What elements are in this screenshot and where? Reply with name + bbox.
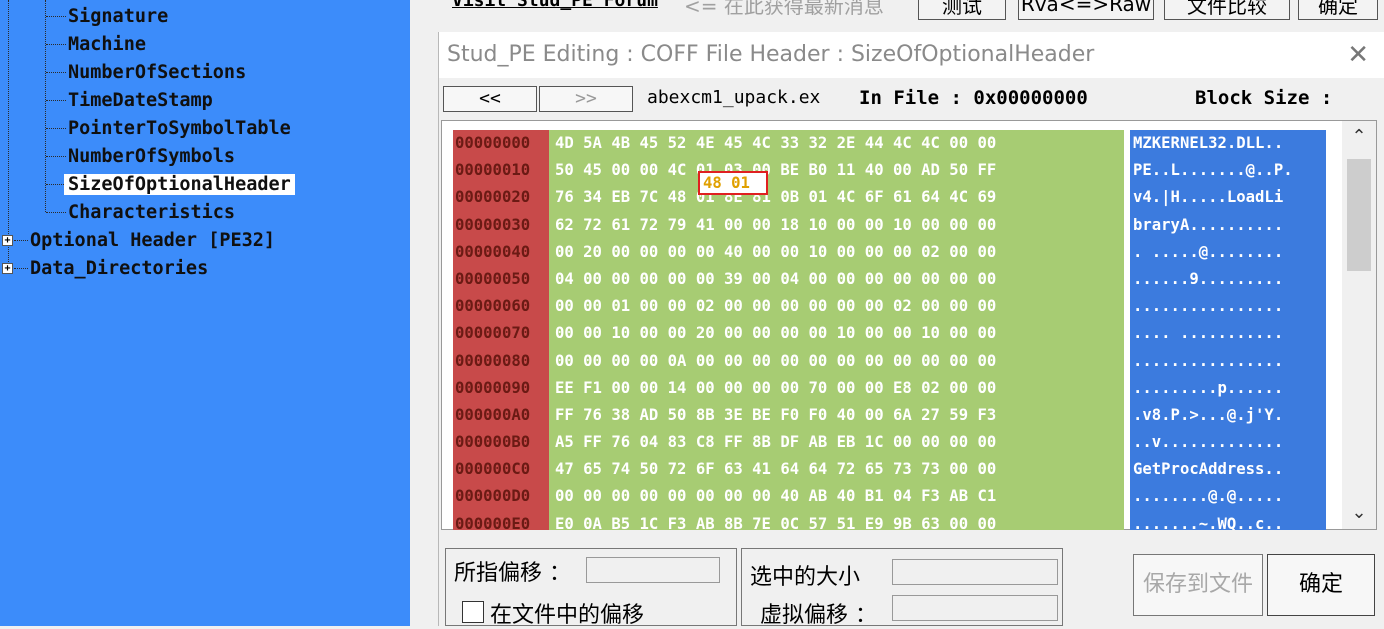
close-icon[interactable]: ✕ xyxy=(1347,42,1369,68)
hex-bytes-row[interactable]: 50 45 00 00 4C 01 03 00 BE B0 11 40 00 A… xyxy=(549,157,1124,184)
tree-group-data-directories[interactable]: Data_Directories xyxy=(30,254,208,282)
hex-bytes-row[interactable]: 00 00 01 00 00 02 00 00 00 00 00 00 02 0… xyxy=(549,293,1124,320)
tree-item-characteristics[interactable]: Characteristics xyxy=(68,198,235,226)
expand-icon[interactable]: + xyxy=(2,263,13,274)
hex-ascii-row[interactable]: ..v............. xyxy=(1130,429,1326,456)
hex-offset: 00000080 xyxy=(455,351,531,370)
selected-size-label: 选中的大小 xyxy=(750,565,861,590)
hex-offset: 00000060 xyxy=(455,297,531,316)
hex-bytes-row[interactable]: 62 72 61 72 79 41 00 00 18 10 00 00 10 0… xyxy=(549,212,1124,239)
hex-view[interactable]: 00000000 00000010 00000020 00000030 00000040… xyxy=(441,120,1377,530)
hex-offset: 000000C0 xyxy=(455,460,531,479)
tree-group-optional-header[interactable]: Optional Header [PE32] xyxy=(30,226,275,254)
in-file-offset-checkbox[interactable] xyxy=(462,601,484,623)
pointed-offset-label: 所指偏移 ： xyxy=(454,561,571,586)
hex-ascii-row[interactable]: v4.|H.....LoadLi xyxy=(1130,184,1326,211)
hex-bytes-row[interactable]: 76 34 EB 7C 48 01 8E 81 0B 01 4C 6F 61 6… xyxy=(549,184,1124,211)
ascii-column[interactable]: MZKERNEL32.DLL.. PE..L.......@..P. v4.|H..… xyxy=(1130,130,1326,530)
hex-ascii-row[interactable]: ......9......... xyxy=(1130,266,1326,293)
chevron-up-icon[interactable]: ⌃ xyxy=(1342,121,1376,153)
hex-ascii-row[interactable]: MZKERNEL32.DLL.. xyxy=(1130,130,1326,157)
hex-ascii-row[interactable]: GetProcAddress.. xyxy=(1130,456,1326,483)
hex-ascii-row[interactable]: PE..L.......@..P. xyxy=(1130,157,1326,184)
hex-bytes-row[interactable]: 00 20 00 00 00 00 40 00 00 10 00 00 00 0… xyxy=(549,239,1124,266)
hex-offset: 00000070 xyxy=(455,324,531,343)
tree-item-sizeofoptionalheader[interactable]: SizeOfOptionalHeader xyxy=(64,170,295,198)
filename-text: abexcm1_upack.ex xyxy=(647,87,821,108)
hex-ascii-row[interactable]: .......~.WQ..c.. xyxy=(1130,511,1326,530)
hex-ascii-row[interactable]: .........p...... xyxy=(1130,375,1326,402)
hex-bytes-row[interactable]: E0 0A B5 1C F3 AB 8B 7E 0C 57 51 E9 9B 6… xyxy=(549,511,1124,530)
hex-ascii-row[interactable]: . .....@........ xyxy=(1130,239,1326,266)
hex-bytes-row[interactable]: EE F1 00 00 14 00 00 00 00 70 00 00 E8 0… xyxy=(549,375,1124,402)
pointed-offset-group: 所指偏移 ： 在文件中的偏移 xyxy=(445,548,737,628)
compare-button[interactable]: 文件比较 xyxy=(1164,0,1290,20)
hex-offset: 000000B0 xyxy=(455,433,531,452)
scroll-thumb[interactable] xyxy=(1347,159,1371,271)
hex-offset: 00000030 xyxy=(455,215,531,234)
tree-item-machine[interactable]: Machine xyxy=(68,30,146,58)
hex-ascii-row[interactable]: ................ xyxy=(1130,293,1326,320)
rva-raw-button[interactable]: Rva<=>Raw xyxy=(1018,0,1154,20)
top-ok-button[interactable]: 确定 xyxy=(1298,0,1378,20)
hex-offset: 000000A0 xyxy=(455,405,531,424)
right-panel: Visit Stud_PE Forum <= 在此获得最新消息 测试 Rva<=… xyxy=(418,0,1384,628)
hex-bytes-row[interactable]: 4D 5A 4B 45 52 4E 45 4C 33 32 2E 44 4C 4… xyxy=(549,130,1124,157)
hex-offset: 00000020 xyxy=(455,188,531,207)
tree-item-timedatestamp[interactable]: TimeDateStamp xyxy=(68,86,213,114)
selected-bytes[interactable]: 48 01 xyxy=(698,171,768,195)
ok-button[interactable]: 确定 xyxy=(1267,554,1375,616)
hex-offset: 000000E0 xyxy=(455,514,531,530)
next-button[interactable]: >> xyxy=(539,86,633,112)
edit-dialog: Stud_PE Editing : COFF File Header : Siz… xyxy=(438,32,1384,628)
bytes-column[interactable]: 4D 5A 4B 45 52 4E 45 4C 33 32 2E 44 4C 4… xyxy=(549,130,1124,530)
nav-bar: << >> abexcm1_upack.ex In File : 0x00000… xyxy=(439,84,1384,114)
selected-size-field[interactable] xyxy=(892,559,1058,585)
save-to-file-button[interactable]: 保存到文件 xyxy=(1133,554,1263,616)
hex-offset: 00000010 xyxy=(455,161,531,180)
tree-panel: Signature Machine NumberOfSections TimeD… xyxy=(0,0,410,626)
tree-item-pointertosymboltable[interactable]: PointerToSymbolTable xyxy=(68,114,291,142)
hex-offset: 00000050 xyxy=(455,269,531,288)
virtual-offset-field[interactable] xyxy=(892,595,1058,621)
hex-bytes-row[interactable]: 04 00 00 00 00 00 39 00 04 00 00 00 00 0… xyxy=(549,266,1124,293)
forum-hint: <= 在此获得最新消息 xyxy=(684,0,884,18)
hex-offset: 00000090 xyxy=(455,378,531,397)
hex-ascii-row[interactable]: ........@.@..... xyxy=(1130,483,1326,510)
in-file-offset-text: In File : 0x00000000 xyxy=(859,87,1088,109)
hex-bytes-row[interactable]: 47 65 74 50 72 6F 63 41 64 64 72 65 73 7… xyxy=(549,456,1124,483)
splitter[interactable] xyxy=(410,0,418,626)
hex-ascii-row[interactable]: .v8.P.>...@.j'Y. xyxy=(1130,402,1326,429)
hex-bytes-row[interactable]: 00 00 10 00 00 20 00 00 00 00 10 00 00 1… xyxy=(549,320,1124,347)
hex-offset: 00000000 xyxy=(455,134,531,152)
selection-group: 选中的大小 虚拟偏移 ： xyxy=(741,548,1063,628)
hex-offset: 00000040 xyxy=(455,242,531,261)
in-file-offset-label: 在文件中的偏移 xyxy=(490,603,645,628)
tree-item-signature[interactable]: Signature xyxy=(68,2,168,30)
pointed-offset-field[interactable] xyxy=(586,557,720,583)
hex-bytes-row[interactable]: 00 00 00 00 0A 00 00 00 00 00 00 00 00 0… xyxy=(549,348,1124,375)
hex-bytes-row[interactable]: FF 76 38 AD 50 8B 3E BE F0 F0 40 00 6A 2… xyxy=(549,402,1124,429)
dialog-title: Stud_PE Editing : COFF File Header : Siz… xyxy=(447,42,1095,67)
forum-link[interactable]: Visit Stud_PE Forum xyxy=(452,0,658,11)
prev-button[interactable]: << xyxy=(443,86,537,112)
offset-column: 00000000 00000010 00000020 00000030 00000040… xyxy=(453,130,549,530)
vertical-scrollbar[interactable]: ⌃ ⌄ xyxy=(1342,121,1376,529)
hex-ascii-row[interactable]: braryA.......... xyxy=(1130,212,1326,239)
hex-offset: 000000D0 xyxy=(455,487,531,506)
hex-ascii-row[interactable]: ................ xyxy=(1130,348,1326,375)
hex-bytes-row[interactable]: 00 00 00 00 00 00 00 00 40 AB 40 B1 04 F… xyxy=(549,483,1124,510)
expand-icon[interactable]: + xyxy=(2,235,13,246)
tree-item-numberofsymbols[interactable]: NumberOfSymbols xyxy=(68,142,235,170)
chevron-down-icon[interactable]: ⌄ xyxy=(1342,497,1376,529)
hex-ascii-row[interactable]: .... ........... xyxy=(1130,320,1326,347)
virtual-offset-label: 虚拟偏移 ： xyxy=(760,603,877,628)
test-button[interactable]: 测试 xyxy=(918,0,1006,20)
dialog-titlebar: Stud_PE Editing : COFF File Header : Siz… xyxy=(439,32,1384,78)
block-size-label: Block Size : xyxy=(1195,87,1333,109)
bottom-panel: 所指偏移 ： 在文件中的偏移 选中的大小 虚拟偏移 ： 保存到文件 确定 xyxy=(439,542,1384,628)
hex-bytes-row[interactable]: A5 FF 76 04 83 C8 FF 8B DF AB EB 1C 00 0… xyxy=(549,429,1124,456)
tree-item-numberofsections[interactable]: NumberOfSections xyxy=(68,58,246,86)
